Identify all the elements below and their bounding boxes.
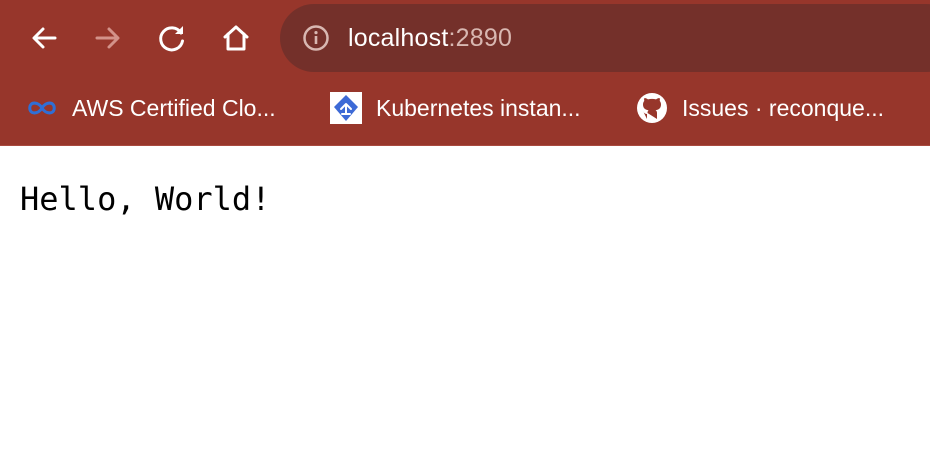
reload-button[interactable]	[152, 18, 192, 58]
bookmark-label: AWS Certified Clo...	[72, 94, 276, 121]
back-button[interactable]	[24, 18, 64, 58]
browser-toolbar: localhost:2890	[0, 0, 930, 78]
bookmark-github-issues[interactable]: Issues · reconque...	[636, 90, 884, 126]
arrow-left-icon	[32, 27, 57, 49]
address-bar[interactable]: localhost:2890	[280, 4, 930, 72]
url-port: :2890	[448, 23, 513, 52]
home-icon	[223, 25, 249, 51]
arrow-right-icon	[95, 27, 120, 49]
url-text[interactable]: localhost:2890	[348, 24, 512, 53]
home-button[interactable]	[216, 18, 256, 58]
page-content: Hello, World!	[0, 146, 930, 466]
github-logo-icon	[636, 92, 668, 124]
bookmark-label: Kubernetes instan...	[376, 94, 581, 121]
kubernetes-logo-icon	[330, 92, 362, 124]
browser-window: localhost:2890 AWS Certified Clo... Kube…	[0, 0, 930, 466]
info-icon[interactable]	[302, 24, 330, 52]
reload-icon	[159, 26, 184, 52]
infinity-logo-icon	[26, 92, 58, 124]
bookmark-kubernetes[interactable]: Kubernetes instan...	[330, 90, 581, 126]
bookmarks-bar: AWS Certified Clo... Kubernetes instan..…	[0, 78, 930, 138]
bookmark-aws-certified[interactable]: AWS Certified Clo...	[26, 90, 276, 126]
url-host: localhost	[348, 23, 449, 52]
forward-button[interactable]	[88, 18, 128, 58]
page-text: Hello, World!	[20, 180, 271, 218]
bookmark-label: Issues · reconque...	[682, 94, 884, 121]
browser-chrome: localhost:2890 AWS Certified Clo... Kube…	[0, 0, 930, 146]
